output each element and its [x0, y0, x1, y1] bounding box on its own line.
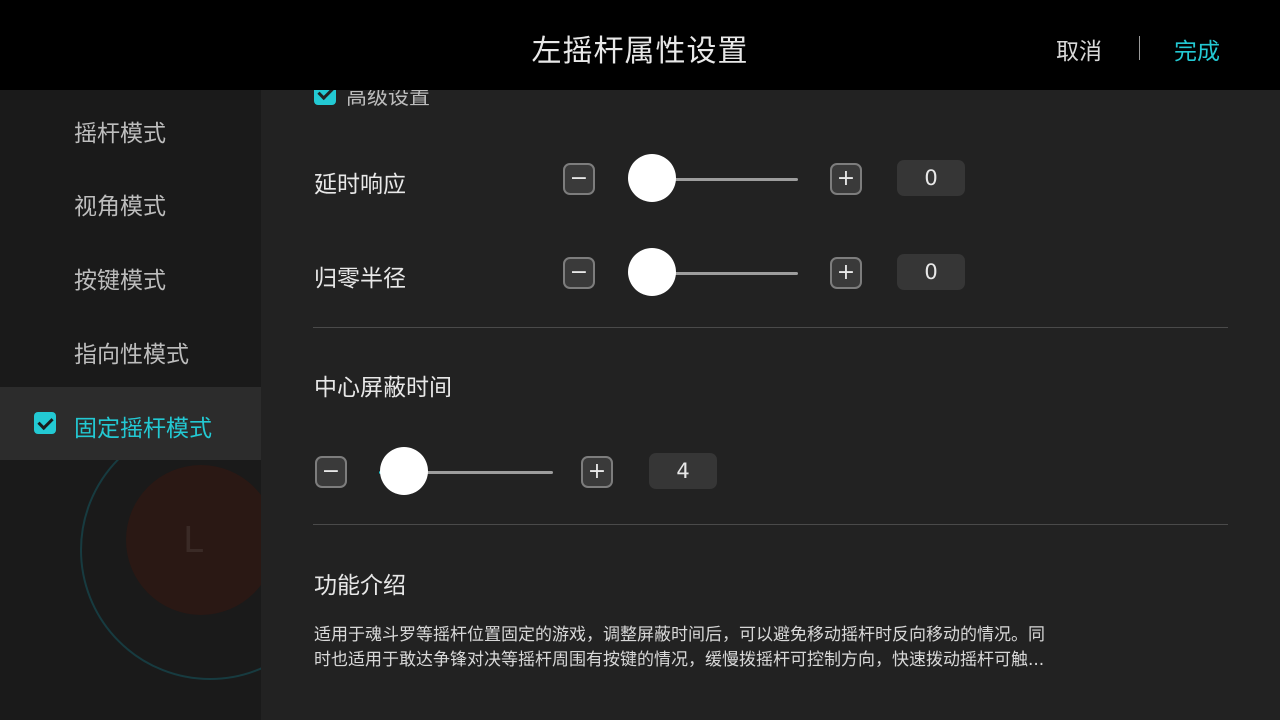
delay-minus-button[interactable]: −	[563, 163, 595, 195]
center-shield-plus-button[interactable]: +	[581, 456, 613, 488]
intro-line: 时也适用于敢达争锋对决等摇杆周围有按键的情况，缓慢拨摇杆可控制方向，快速拨动摇杆…	[314, 650, 1045, 670]
sidebar-item-key-mode[interactable]: 按键模式	[0, 239, 261, 312]
header-bar: 左摇杆属性设置 取消 完成	[0, 0, 1280, 90]
cancel-button[interactable]: 取消	[1056, 32, 1102, 66]
sidebar-item-joystick-mode[interactable]: 摇杆模式	[0, 92, 261, 165]
delay-value: 0	[897, 160, 965, 196]
header-divider	[1139, 36, 1140, 60]
done-button[interactable]: 完成	[1174, 32, 1220, 66]
advanced-settings-label: 高级设置	[346, 90, 430, 109]
joystick-letter-decoration: L	[183, 520, 204, 561]
sidebar-item-label: 固定摇杆模式	[74, 416, 212, 442]
checkbox-checked-icon	[34, 412, 56, 434]
center-shield-title: 中心屏蔽时间	[314, 375, 452, 401]
divider	[313, 524, 1228, 525]
intro-title: 功能介绍	[314, 573, 406, 599]
reset-radius-value: 0	[897, 254, 965, 290]
delay-plus-button[interactable]: +	[830, 163, 862, 195]
intro-line: 适用于魂斗罗等摇杆位置固定的游戏，调整屏蔽时间后，可以避免移动摇杆时反向移动的情…	[314, 625, 1045, 645]
sidebar-item-fixed-joystick-mode[interactable]: 固定摇杆模式	[0, 387, 261, 460]
sidebar-item-directional-mode[interactable]: 指向性模式	[0, 313, 261, 386]
reset-radius-minus-button[interactable]: −	[563, 257, 595, 289]
delay-slider-thumb[interactable]	[628, 154, 676, 202]
sidebar: L 摇杆模式 视角模式 按键模式 指向性模式 固定摇杆模式	[0, 90, 261, 720]
sidebar-item-label: 视角模式	[74, 194, 166, 220]
center-shield-minus-button[interactable]: −	[315, 456, 347, 488]
sidebar-item-label: 摇杆模式	[74, 121, 166, 147]
reset-radius-label: 归零半径	[314, 266, 406, 292]
settings-panel: 高级设置 延时响应 − + 0 归零半径 − + 0 中心屏蔽时间 − + 4 …	[261, 90, 1280, 720]
divider	[313, 327, 1228, 328]
sidebar-item-label: 指向性模式	[74, 342, 189, 368]
center-shield-value: 4	[649, 453, 717, 489]
intro-description: 适用于魂斗罗等摇杆位置固定的游戏，调整屏蔽时间后，可以避免移动摇杆时反向移动的情…	[314, 623, 1229, 673]
reset-radius-plus-button[interactable]: +	[830, 257, 862, 289]
delay-response-label: 延时响应	[314, 172, 406, 198]
sidebar-item-label: 按键模式	[74, 268, 166, 294]
center-shield-slider-thumb[interactable]	[380, 447, 428, 495]
app-root: 左摇杆属性设置 取消 完成 L 摇杆模式 视角模式 按键模式 指向性模式 固定摇…	[0, 0, 1280, 720]
reset-radius-slider-thumb[interactable]	[628, 248, 676, 296]
advanced-settings-checkbox[interactable]	[314, 90, 336, 105]
sidebar-item-view-mode[interactable]: 视角模式	[0, 165, 261, 238]
